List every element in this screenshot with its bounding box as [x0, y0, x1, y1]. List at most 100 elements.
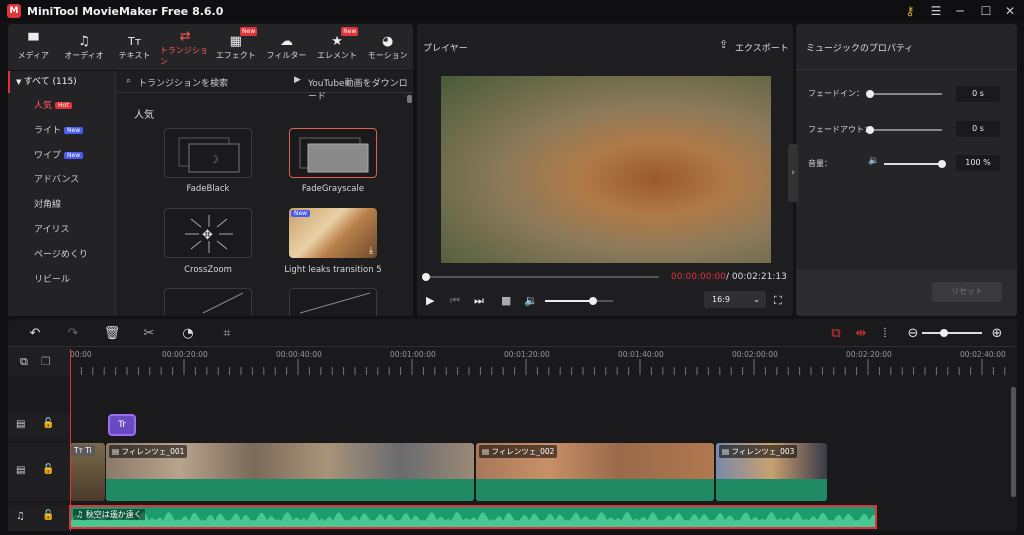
- tab-media[interactable]: ▀ メディア: [8, 24, 59, 70]
- redo-icon[interactable]: ↷: [64, 326, 82, 341]
- zoom-out-icon[interactable]: ⊖: [904, 326, 922, 341]
- add-track-icon[interactable]: ⧉: [20, 355, 28, 369]
- transition-thumb-fadeblack[interactable]: ☽: [164, 128, 252, 178]
- fit-timeline-icon[interactable]: ⧉: [827, 326, 845, 341]
- lock-icon[interactable]: 🔓: [42, 418, 54, 429]
- transition-label: CrossZoom: [184, 265, 232, 275]
- minimize-button[interactable]: ─: [948, 0, 972, 22]
- lock-icon[interactable]: 🔓: [42, 510, 54, 521]
- fade-in-slider[interactable]: [870, 93, 942, 95]
- volume-slider-knob[interactable]: [588, 297, 597, 305]
- new-badge: New: [341, 27, 359, 36]
- copy-track-icon[interactable]: ❐: [41, 355, 51, 368]
- maximize-button[interactable]: ☐: [974, 0, 998, 22]
- category-all[interactable]: ▼ すべて (115): [8, 71, 115, 93]
- library-scrollbar[interactable]: [407, 95, 412, 103]
- video-clip[interactable]: ▤ フィレンツェ_002: [476, 443, 714, 501]
- tab-filter[interactable]: ☁ フィルター: [261, 24, 312, 70]
- lock-icon[interactable]: 🔓: [42, 464, 54, 475]
- next-frame-icon[interactable]: ⏭: [474, 294, 484, 308]
- tab-text[interactable]: Tт テキスト: [109, 24, 160, 70]
- fade-out-slider[interactable]: [870, 129, 942, 131]
- transition-thumb-fadegrayscale[interactable]: [289, 128, 377, 178]
- crop-icon[interactable]: ⌗: [218, 326, 236, 341]
- tab-audio[interactable]: ♫ オーディオ: [59, 24, 110, 70]
- zoom-slider[interactable]: [922, 332, 982, 334]
- delete-icon[interactable]: 🗑: [103, 326, 121, 341]
- section-title: 人気: [134, 110, 154, 121]
- snap-icon[interactable]: ⦙: [876, 326, 894, 341]
- aspect-ratio-select[interactable]: 16:9 ⌄: [704, 291, 766, 308]
- category-reveal[interactable]: リビール: [8, 268, 115, 293]
- timeline-scrollbar[interactable]: [1011, 387, 1016, 497]
- music-note-icon: ♫: [78, 34, 90, 49]
- text-clip[interactable]: Tr: [108, 414, 136, 436]
- reset-button[interactable]: リセット: [932, 282, 1002, 302]
- title-clip[interactable]: Tт Ti: [70, 443, 105, 501]
- fade-in-knob[interactable]: [866, 90, 874, 98]
- video-clip[interactable]: ▤ フィレンツェ_001: [106, 443, 474, 501]
- transition-thumb-diagonal-1[interactable]: [164, 288, 252, 316]
- category-iris[interactable]: アイリス: [8, 218, 115, 243]
- category-popular[interactable]: 人気 Hot: [8, 93, 115, 118]
- zoom-in-icon[interactable]: ⊕: [988, 326, 1006, 341]
- undo-icon[interactable]: ↶: [26, 326, 44, 341]
- music-note-icon: ♫: [16, 511, 25, 522]
- music-volume-value[interactable]: 100 %: [956, 155, 1000, 171]
- tab-motion[interactable]: ◕ モーション: [362, 24, 413, 70]
- tab-transition[interactable]: ⇄ トランジション: [160, 24, 211, 70]
- volume-slider-track[interactable]: [545, 300, 613, 302]
- transition-thumb-diagonal-2[interactable]: [289, 288, 377, 316]
- category-advanced[interactable]: アドバンス: [8, 168, 115, 193]
- category-label: ページめくり: [34, 250, 88, 260]
- category-diagonal[interactable]: 対角線: [8, 193, 115, 218]
- transition-thumb-crosszoom[interactable]: ✥: [164, 208, 252, 258]
- category-wipe[interactable]: ワイプ New: [8, 143, 115, 168]
- tick-label: 00:00:40:00: [276, 350, 322, 359]
- music-volume-slider[interactable]: [884, 163, 942, 165]
- key-icon[interactable]: ⚷: [898, 0, 922, 22]
- previous-frame-icon[interactable]: ⏮: [450, 294, 460, 308]
- fade-out-knob[interactable]: [866, 126, 874, 134]
- export-button[interactable]: エクスポート: [735, 41, 789, 54]
- video-clip[interactable]: ▤ フィレンツェ_003: [716, 443, 827, 501]
- music-clip[interactable]: ♫ 秋空は遥か遠く: [69, 505, 877, 529]
- search-icon[interactable]: ⌕: [126, 76, 131, 86]
- volume-icon[interactable]: 🔉: [524, 294, 538, 307]
- motion-icon: ◕: [382, 34, 394, 49]
- menu-icon[interactable]: ☰: [924, 0, 948, 22]
- music-volume-knob[interactable]: [938, 160, 946, 168]
- transition-thumb-light-leaks[interactable]: New ⤓: [289, 208, 377, 258]
- player-panel: プレイヤー ⇪ エクスポート 00:00:00:00 / 00:02:21:13…: [417, 24, 793, 316]
- timeline-playhead[interactable]: [70, 349, 71, 531]
- fade-out-value[interactable]: 0 s: [956, 121, 1000, 137]
- category-page-curl[interactable]: ページめくり: [8, 243, 115, 268]
- fade-in-value[interactable]: 0 s: [956, 86, 1000, 102]
- category-label: 人気: [34, 101, 53, 111]
- collapse-panel-button[interactable]: ›: [788, 144, 798, 202]
- download-icon[interactable]: ⤓: [369, 246, 373, 256]
- stop-icon[interactable]: ■: [501, 294, 511, 307]
- speed-icon[interactable]: ◔: [179, 326, 197, 341]
- tick-label: 00:02:40:00: [960, 350, 1006, 359]
- playhead-knob[interactable]: [422, 273, 430, 281]
- fullscreen-icon[interactable]: ⛶: [774, 294, 782, 308]
- player-title: プレイヤー: [423, 44, 468, 54]
- tab-effect[interactable]: New ▦ エフェクト: [211, 24, 262, 70]
- category-list: ▼ すべて (115) 人気 Hot ライト New ワイプ New アドバンス 対角…: [8, 71, 116, 316]
- transition-grid: 人気 ☽ FadeBlack FadeGrayscale ✥ CrossZoom…: [116, 94, 413, 316]
- export-icon[interactable]: ⇪: [719, 38, 728, 51]
- category-label: アドバンス: [34, 175, 80, 185]
- video-preview[interactable]: [441, 76, 771, 263]
- properties-footer: リセット: [796, 270, 1017, 316]
- playback-progress[interactable]: [427, 276, 659, 278]
- close-button[interactable]: ✕: [998, 0, 1022, 22]
- split-icon[interactable]: ✂: [140, 326, 158, 341]
- play-icon[interactable]: ▶: [426, 294, 434, 307]
- category-light[interactable]: ライト New: [8, 118, 115, 143]
- tick-label: 00:00:20:00: [162, 350, 208, 359]
- zoom-knob[interactable]: [940, 329, 948, 337]
- tab-element[interactable]: New ★ エレメント: [312, 24, 363, 70]
- audio-split-icon[interactable]: ⇹: [852, 326, 870, 341]
- search-input[interactable]: トランジションを検索: [138, 76, 228, 89]
